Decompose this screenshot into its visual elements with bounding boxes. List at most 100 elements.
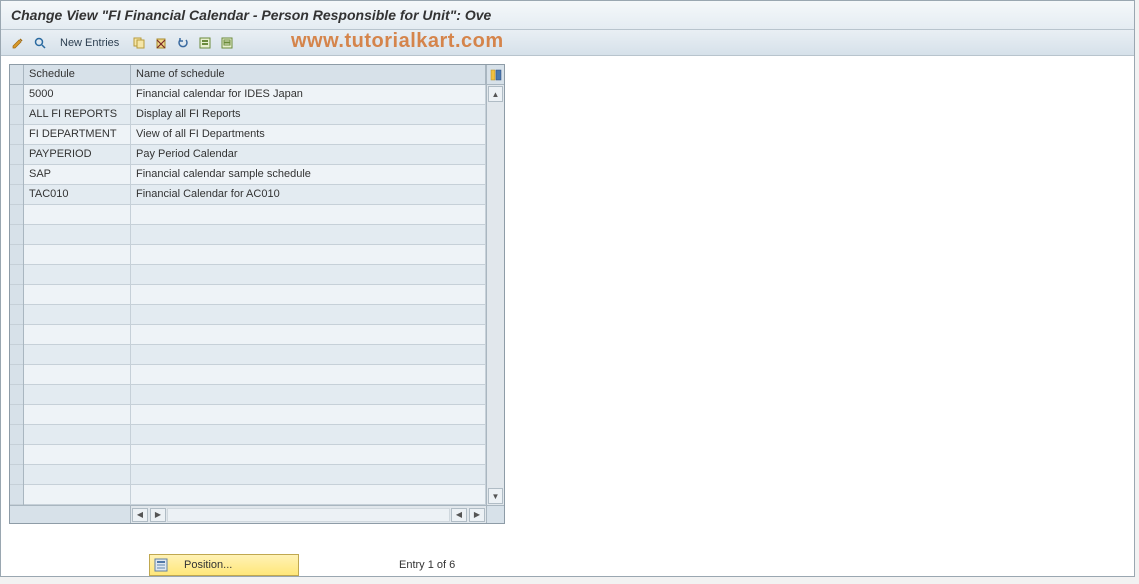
delete-icon[interactable] bbox=[152, 34, 170, 52]
cell-name[interactable] bbox=[131, 365, 486, 384]
scroll-left-start-icon[interactable]: ◀ bbox=[132, 508, 148, 522]
cell-schedule[interactable] bbox=[24, 265, 131, 284]
table-row[interactable] bbox=[24, 205, 486, 225]
cell-name[interactable]: Financial calendar for IDES Japan bbox=[131, 85, 486, 104]
cell-name[interactable] bbox=[131, 485, 486, 504]
table-row[interactable] bbox=[24, 325, 486, 345]
toggle-change-icon[interactable] bbox=[9, 34, 27, 52]
table-settings-icon[interactable] bbox=[486, 65, 504, 84]
cell-name[interactable] bbox=[131, 325, 486, 344]
cell-schedule[interactable]: 5000 bbox=[24, 85, 131, 104]
scroll-track-h[interactable] bbox=[167, 508, 450, 522]
table-row[interactable] bbox=[24, 485, 486, 505]
scroll-right-end-icon[interactable]: ▶ bbox=[469, 508, 485, 522]
deselect-all-icon[interactable] bbox=[218, 34, 236, 52]
cell-schedule[interactable] bbox=[24, 425, 131, 444]
cell-name[interactable] bbox=[131, 465, 486, 484]
cell-name[interactable] bbox=[131, 385, 486, 404]
vertical-scrollbar[interactable]: ▲ ▼ bbox=[486, 85, 504, 505]
cell-schedule[interactable] bbox=[24, 245, 131, 264]
cell-schedule[interactable] bbox=[24, 345, 131, 364]
cell-name[interactable] bbox=[131, 405, 486, 424]
table-row[interactable] bbox=[24, 245, 486, 265]
row-selector[interactable] bbox=[10, 205, 23, 225]
cell-schedule[interactable] bbox=[24, 325, 131, 344]
select-all-icon[interactable] bbox=[196, 34, 214, 52]
row-selector[interactable] bbox=[10, 285, 23, 305]
cell-schedule[interactable] bbox=[24, 225, 131, 244]
col-header-schedule[interactable]: Schedule bbox=[24, 65, 131, 84]
row-selector[interactable] bbox=[10, 145, 23, 165]
row-selector[interactable] bbox=[10, 185, 23, 205]
cell-schedule[interactable] bbox=[24, 285, 131, 304]
cell-schedule[interactable] bbox=[24, 485, 131, 504]
cell-name[interactable]: Display all FI Reports bbox=[131, 105, 486, 124]
cell-schedule[interactable] bbox=[24, 205, 131, 224]
cell-schedule[interactable]: SAP bbox=[24, 165, 131, 184]
cell-schedule[interactable]: FI DEPARTMENT bbox=[24, 125, 131, 144]
cell-schedule[interactable] bbox=[24, 465, 131, 484]
cell-name[interactable] bbox=[131, 305, 486, 324]
row-selector[interactable] bbox=[10, 345, 23, 365]
table-row[interactable] bbox=[24, 225, 486, 245]
cell-name[interactable]: Pay Period Calendar bbox=[131, 145, 486, 164]
table-row[interactable] bbox=[24, 445, 486, 465]
cell-name[interactable]: Financial Calendar for AC010 bbox=[131, 185, 486, 204]
table-row[interactable]: FI DEPARTMENTView of all FI Departments bbox=[24, 125, 486, 145]
table-row[interactable] bbox=[24, 365, 486, 385]
table-row[interactable]: SAPFinancial calendar sample schedule bbox=[24, 165, 486, 185]
row-selector[interactable] bbox=[10, 225, 23, 245]
cell-schedule[interactable] bbox=[24, 385, 131, 404]
new-entries-button[interactable]: New Entries bbox=[53, 34, 126, 52]
scroll-left-icon[interactable]: ▶ bbox=[150, 508, 166, 522]
scroll-down-icon[interactable]: ▼ bbox=[488, 488, 503, 504]
cell-schedule[interactable] bbox=[24, 365, 131, 384]
cell-name[interactable] bbox=[131, 425, 486, 444]
cell-schedule[interactable]: PAYPERIOD bbox=[24, 145, 131, 164]
col-header-name[interactable]: Name of schedule bbox=[131, 65, 486, 84]
cell-name[interactable] bbox=[131, 265, 486, 284]
table-row[interactable]: PAYPERIODPay Period Calendar bbox=[24, 145, 486, 165]
table-row[interactable]: 5000Financial calendar for IDES Japan bbox=[24, 85, 486, 105]
table-row[interactable]: ALL FI REPORTSDisplay all FI Reports bbox=[24, 105, 486, 125]
copy-icon[interactable] bbox=[130, 34, 148, 52]
cell-schedule[interactable]: TAC010 bbox=[24, 185, 131, 204]
cell-name[interactable] bbox=[131, 205, 486, 224]
row-selector[interactable] bbox=[10, 445, 23, 465]
row-selector[interactable] bbox=[10, 105, 23, 125]
table-row[interactable] bbox=[24, 345, 486, 365]
horizontal-scrollbar[interactable]: ◀ ▶ ◀ ▶ bbox=[10, 505, 504, 523]
cell-name[interactable]: Financial calendar sample schedule bbox=[131, 165, 486, 184]
cell-schedule[interactable]: ALL FI REPORTS bbox=[24, 105, 131, 124]
row-selector[interactable] bbox=[10, 385, 23, 405]
row-selector-header[interactable] bbox=[10, 65, 24, 84]
table-row[interactable] bbox=[24, 305, 486, 325]
scroll-up-icon[interactable]: ▲ bbox=[488, 86, 503, 102]
cell-schedule[interactable] bbox=[24, 445, 131, 464]
cell-name[interactable] bbox=[131, 445, 486, 464]
table-row[interactable] bbox=[24, 265, 486, 285]
other-view-icon[interactable] bbox=[31, 34, 49, 52]
position-button[interactable]: Position... bbox=[149, 554, 299, 576]
row-selector[interactable] bbox=[10, 325, 23, 345]
row-selector[interactable] bbox=[10, 265, 23, 285]
row-selector[interactable] bbox=[10, 305, 23, 325]
row-selector[interactable] bbox=[10, 245, 23, 265]
cell-schedule[interactable] bbox=[24, 405, 131, 424]
scroll-track-v[interactable] bbox=[487, 103, 504, 487]
undo-icon[interactable] bbox=[174, 34, 192, 52]
table-row[interactable] bbox=[24, 465, 486, 485]
row-selector[interactable] bbox=[10, 365, 23, 385]
table-row[interactable] bbox=[24, 285, 486, 305]
cell-name[interactable]: View of all FI Departments bbox=[131, 125, 486, 144]
row-selector[interactable] bbox=[10, 465, 23, 485]
scroll-right-icon[interactable]: ◀ bbox=[451, 508, 467, 522]
cell-name[interactable] bbox=[131, 245, 486, 264]
row-selector[interactable] bbox=[10, 165, 23, 185]
cell-name[interactable] bbox=[131, 285, 486, 304]
row-selector[interactable] bbox=[10, 405, 23, 425]
cell-schedule[interactable] bbox=[24, 305, 131, 324]
table-row[interactable] bbox=[24, 425, 486, 445]
table-row[interactable]: TAC010Financial Calendar for AC010 bbox=[24, 185, 486, 205]
cell-name[interactable] bbox=[131, 345, 486, 364]
